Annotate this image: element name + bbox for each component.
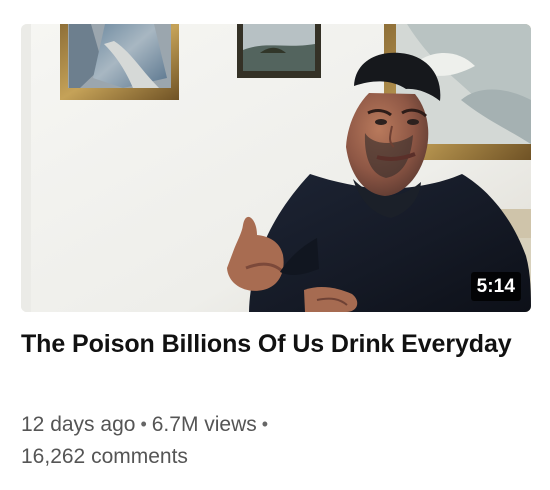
video-thumbnail-image — [21, 24, 531, 312]
metadata-separator: • — [140, 414, 147, 434]
metadata-separator: • — [261, 414, 269, 434]
painting-center-icon — [237, 24, 321, 78]
video-age: 12 days ago — [21, 413, 136, 436]
video-comments[interactable]: 16,262 comments — [21, 445, 188, 468]
video-meta-line-2: 16,262 comments — [21, 441, 521, 473]
video-metadata: 12 days ago • 6.7M views • 16,262 comments — [21, 408, 521, 473]
duration-badge: 5:14 — [470, 272, 521, 301]
video-thumbnail[interactable]: 5:14 — [21, 24, 531, 312]
video-title[interactable]: The Poison Billions Of Us Drink Everyday — [21, 327, 521, 362]
video-meta-line-1: 12 days ago • 6.7M views • — [21, 408, 521, 441]
painting-left-icon — [60, 24, 179, 100]
video-views: 6.7M views — [151, 413, 257, 436]
video-card[interactable]: 5:14 The Poison Billions Of Us Drink Eve… — [21, 24, 531, 474]
